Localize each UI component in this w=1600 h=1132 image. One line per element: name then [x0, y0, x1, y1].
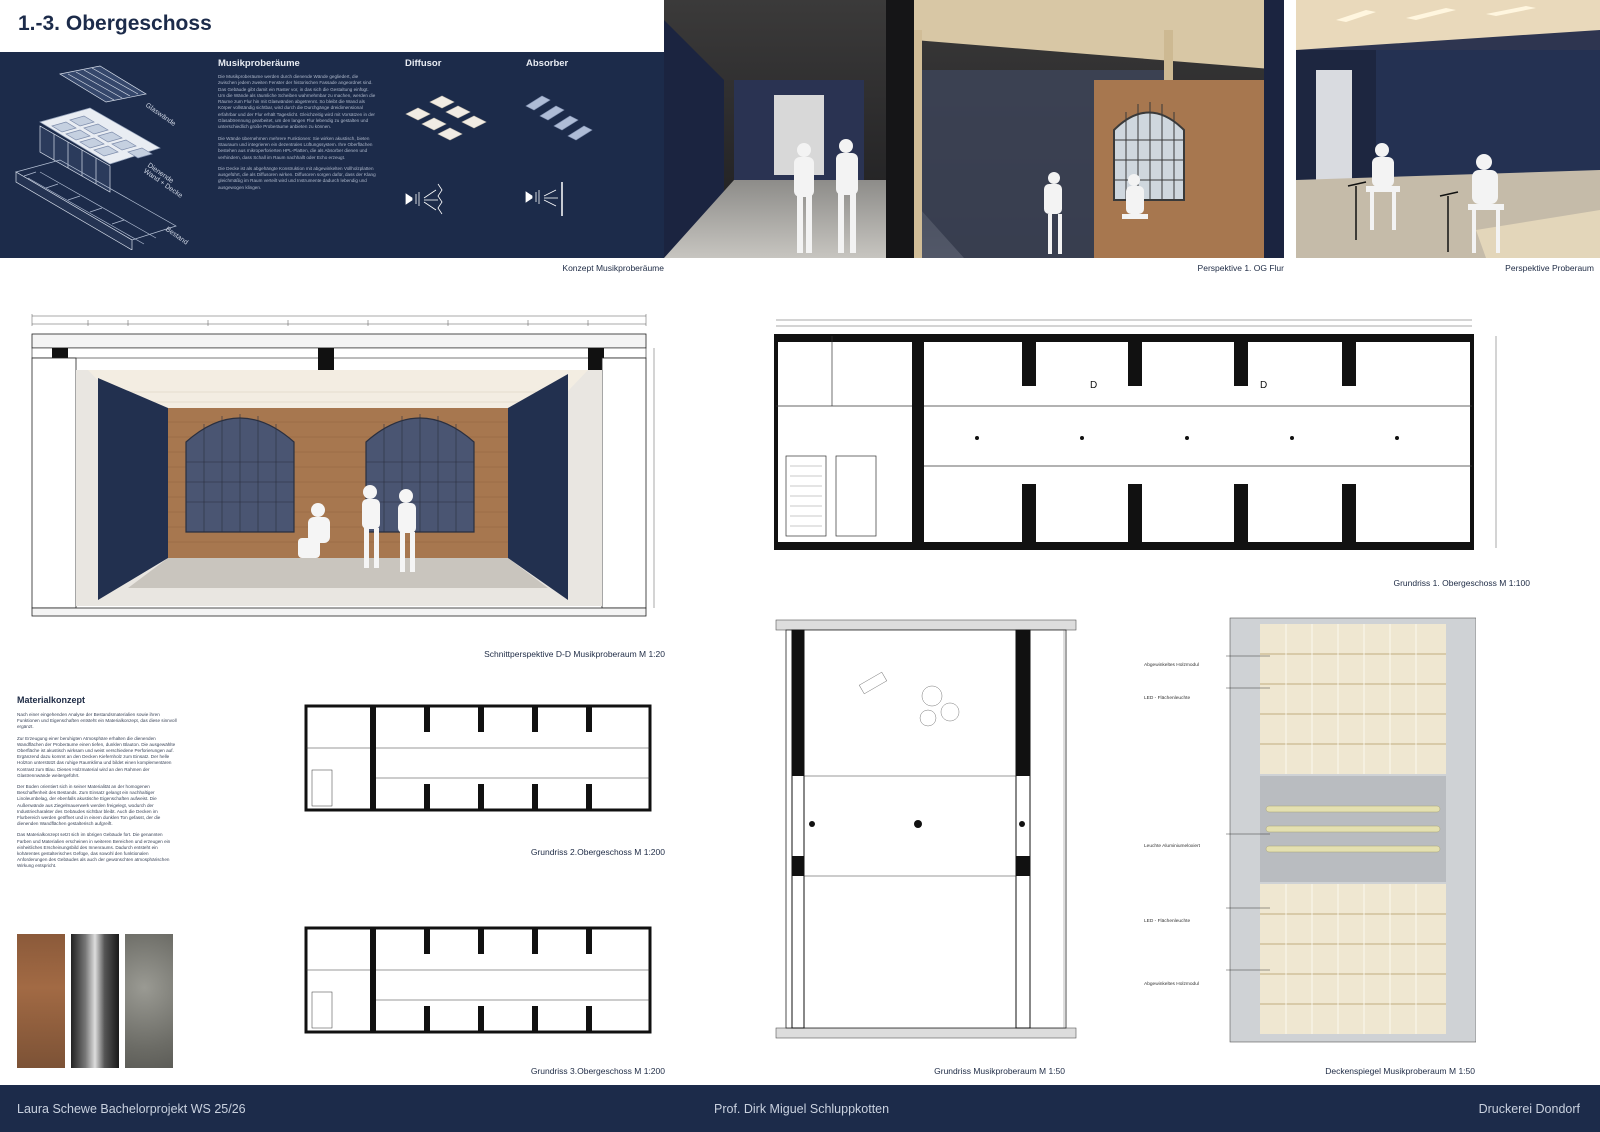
og1-caption: Grundriss 1. Obergeschoss M 1:100	[1393, 578, 1530, 588]
corridor-render	[664, 0, 1284, 258]
ceiling-label-led-2: LED - Flächenleuchte	[1144, 919, 1191, 924]
ceiling-label-aluminium: Leuchte Aluminiumeloxiert	[1144, 844, 1200, 849]
section-marker-1: D	[1090, 380, 1097, 391]
ceiling-label-wood-2: Abgewinkeltes Holzmodul	[1144, 982, 1199, 987]
og2-caption: Grundriss 2.Obergeschoss M 1:200	[530, 847, 665, 857]
floor-plan-og3	[304, 926, 656, 1038]
room-plan	[772, 616, 1092, 1046]
concept-caption: Konzept Musikproberäume	[562, 263, 664, 273]
ceiling-label-led-1: LED - Flächenleuchte	[1144, 696, 1191, 701]
concept-paragraph: Die Wände übernehmen mehrere Funktionen:…	[218, 135, 373, 160]
material-paragraph: Das Materialkonzept setzt sich im übrige…	[17, 832, 171, 869]
concept-paragraph: Die Decke ist als abgehängte Konstruktio…	[218, 165, 376, 190]
material-text: Nach einer eingehenden Analyse der Besta…	[17, 712, 177, 870]
section-marker-2: D	[1260, 380, 1267, 391]
room-plan-drawing	[775, 619, 1077, 1039]
corridor-scene	[664, 0, 1284, 258]
ceiling-plan	[1126, 616, 1477, 1046]
section-caption: Schnittperspektive D-D Musikproberaum M …	[484, 649, 665, 659]
section-drawing	[31, 314, 655, 617]
material-heading: Materialkonzept	[17, 695, 86, 705]
ceiling-plan-drawing	[1126, 617, 1477, 1043]
material-photo-interior	[71, 934, 119, 1068]
room-plan-caption: Grundriss Musikproberaum M 1:50	[934, 1066, 1065, 1076]
ceiling-label-wood-1: Abgewinkeltes Holzmodul	[1144, 663, 1199, 668]
floor-plan-og1-drawing: D D	[774, 319, 1497, 550]
rehearsal-caption: Perspektive Proberaum	[1505, 263, 1594, 273]
material-paragraph: Nach einer eingehenden Analyse der Besta…	[17, 712, 177, 730]
floor-plan-og1: D D	[772, 316, 1524, 562]
page-title: 1.-3. Obergeschoss	[18, 12, 212, 35]
diffusor-heading: Diffusor	[405, 58, 442, 69]
material-photo-floor	[125, 934, 173, 1068]
concept-heading: Musikproberäume	[218, 58, 300, 69]
isometric-concept-drawing	[15, 65, 177, 250]
absorber-heading: Absorber	[526, 58, 569, 69]
footer-author: Laura Schewe Bachelorprojekt WS 25/26	[17, 1102, 246, 1116]
footer-location: Druckerei Dondorf	[1478, 1102, 1580, 1116]
floor-plan-og2-drawing	[304, 704, 652, 812]
material-paragraph: Zur Erzeugung einer beruhigten Atmosphär…	[17, 735, 176, 778]
corridor-caption: Perspektive 1. OG Flur	[1197, 263, 1284, 273]
concept-panel: Glaswände Dienende Wand + Decke Bestand …	[0, 52, 664, 258]
absorber-diagram	[525, 95, 593, 216]
concept-text: Die Musikproberäume werden durch dienend…	[218, 74, 376, 191]
material-photo-brick	[17, 934, 65, 1068]
floor-plan-og2	[304, 704, 656, 816]
rehearsal-scene	[1296, 0, 1600, 258]
concept-paragraph: Die Musikproberäume werden durch dienend…	[218, 74, 376, 130]
floor-plan-og3-drawing	[304, 926, 652, 1034]
og3-caption: Grundriss 3.Obergeschoss M 1:200	[530, 1066, 665, 1076]
footer-bar: Laura Schewe Bachelorprojekt WS 25/26 Pr…	[0, 1085, 1600, 1132]
rehearsal-render	[1296, 0, 1600, 258]
section-perspective	[28, 312, 668, 628]
diffusor-diagram	[405, 95, 487, 215]
footer-professor: Prof. Dirk Miguel Schluppkotten	[714, 1102, 890, 1116]
material-paragraph: Der Boden orientiert sich in seiner Mate…	[17, 784, 161, 827]
ceiling-plan-caption: Deckenspiegel Musikproberaum M 1:50	[1325, 1066, 1475, 1076]
